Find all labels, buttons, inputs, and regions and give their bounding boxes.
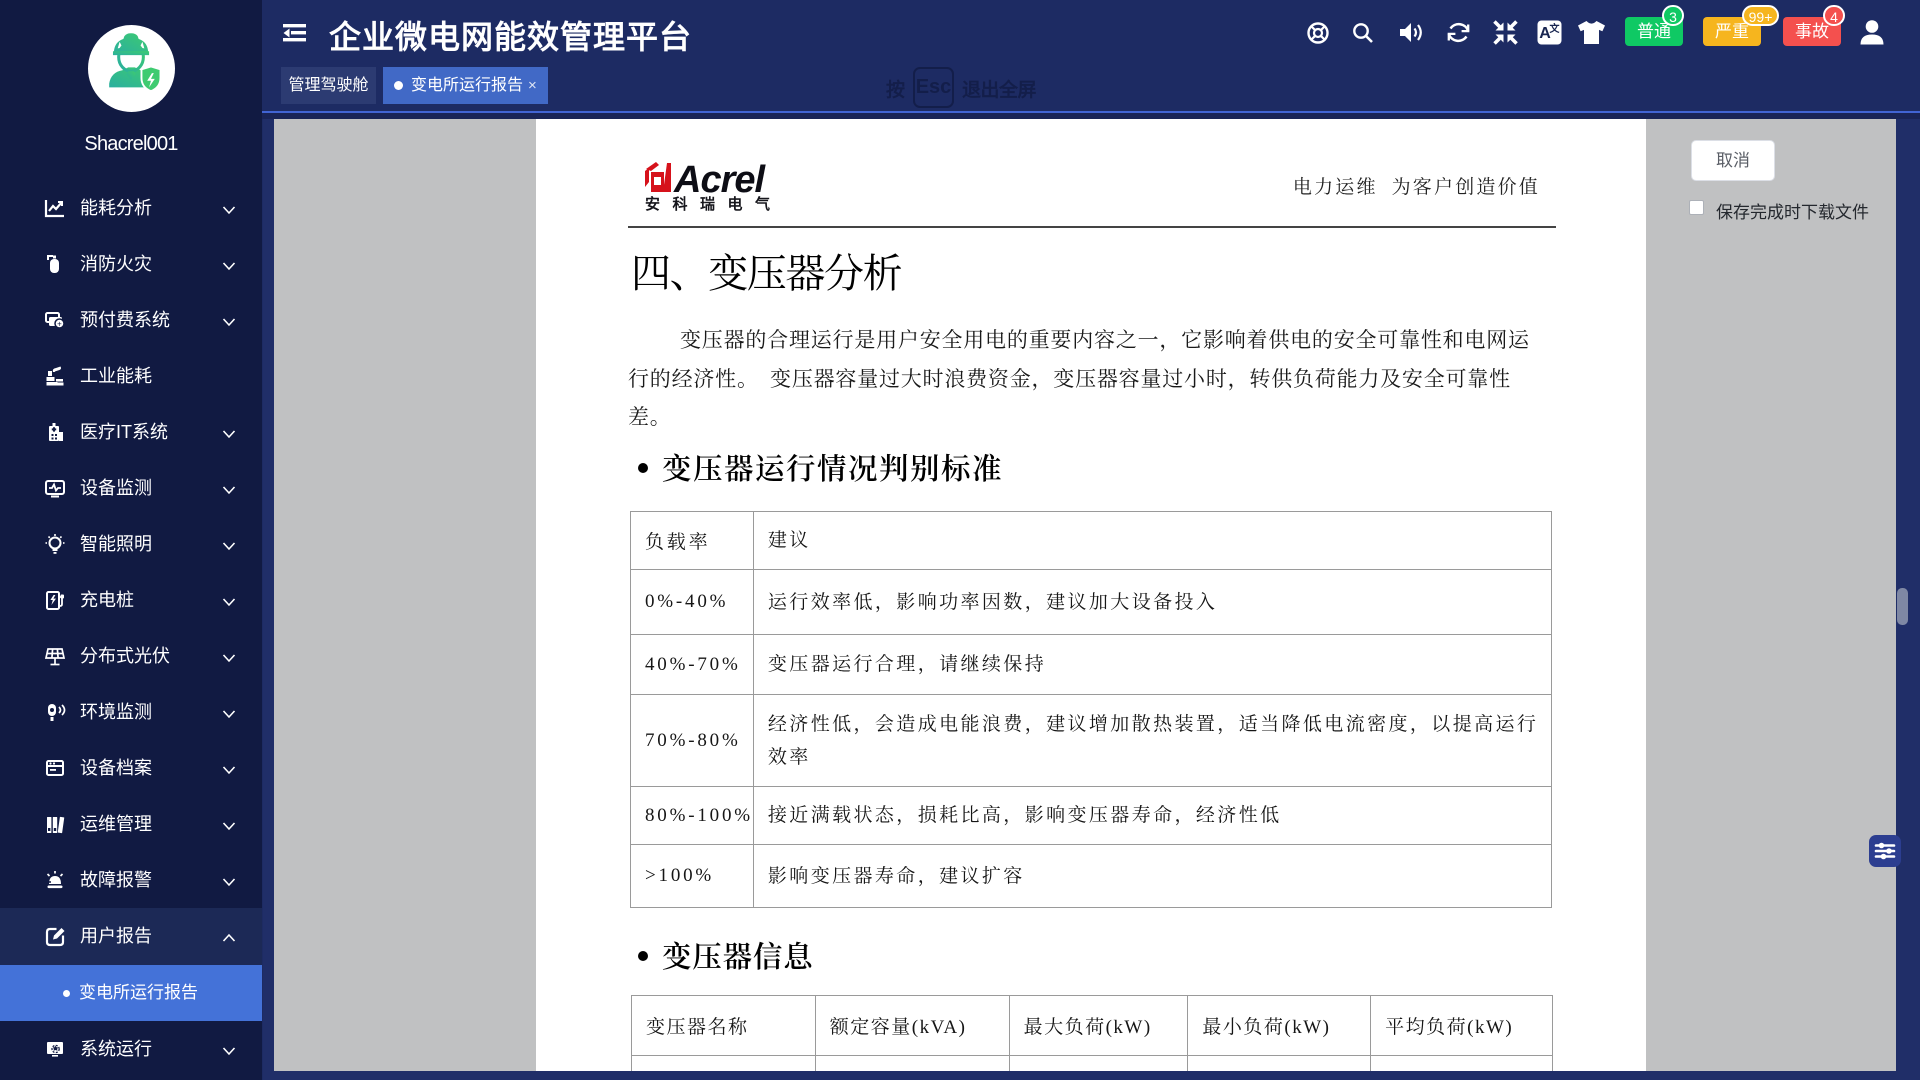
svg-text:+: + [57, 320, 62, 329]
svg-text:Acrel: Acrel [673, 159, 766, 201]
svg-text:文: 文 [1550, 22, 1561, 35]
svg-text:安科瑞电气: 安科瑞电气 [645, 195, 774, 211]
